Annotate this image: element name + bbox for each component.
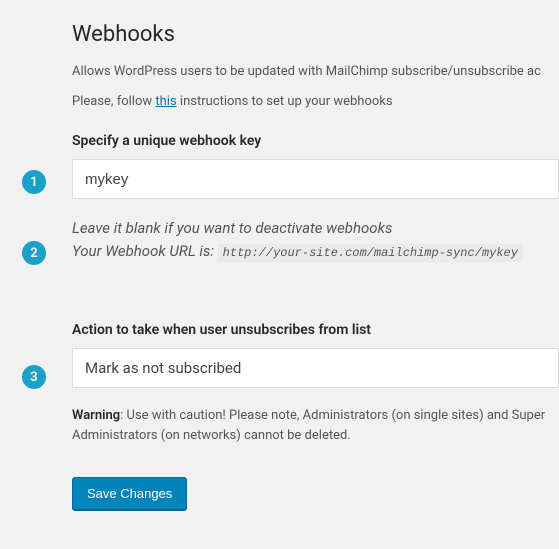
annotation-badge-2: 2: [22, 241, 46, 265]
instructions-text: Please, follow this instructions to set …: [72, 93, 559, 111]
instructions-post: instructions to set up your webhooks: [177, 94, 393, 109]
settings-panel: Webhooks Allows WordPress users to be up…: [0, 0, 559, 510]
unsubscribe-action-select[interactable]: Mark as not subscribed: [72, 348, 559, 388]
hint-url-line: Your Webhook URL is: http://your-site.co…: [72, 240, 559, 263]
page-title: Webhooks: [72, 22, 559, 47]
instructions-link[interactable]: this: [155, 94, 176, 109]
instructions-pre: Please, follow: [72, 94, 155, 109]
annotation-badge-1: 1: [22, 170, 46, 194]
description-text: Allows WordPress users to be updated wit…: [72, 63, 559, 81]
warning-text: Warning: Use with caution! Please note, …: [72, 406, 559, 445]
webhook-url-code: http://your-site.com/mailchimp-sync/myke…: [218, 244, 523, 262]
annotation-badge-3: 3: [22, 365, 46, 389]
warning-body: : Use with caution! Please note, Adminis…: [72, 408, 545, 443]
webhook-hint: Leave it blank if you want to deactivate…: [72, 217, 559, 262]
hint-deactivate: Leave it blank if you want to deactivate…: [72, 217, 559, 240]
webhook-key-label: Specify a unique webhook key: [72, 133, 559, 149]
warning-bold: Warning: [72, 408, 120, 423]
save-button[interactable]: Save Changes: [72, 477, 187, 510]
webhook-key-input[interactable]: [72, 159, 559, 199]
hint-url-pre: Your Webhook URL is:: [72, 242, 218, 260]
unsubscribe-action-value: Mark as not subscribed: [85, 359, 241, 377]
unsubscribe-action-label: Action to take when user unsubscribes fr…: [72, 322, 559, 338]
